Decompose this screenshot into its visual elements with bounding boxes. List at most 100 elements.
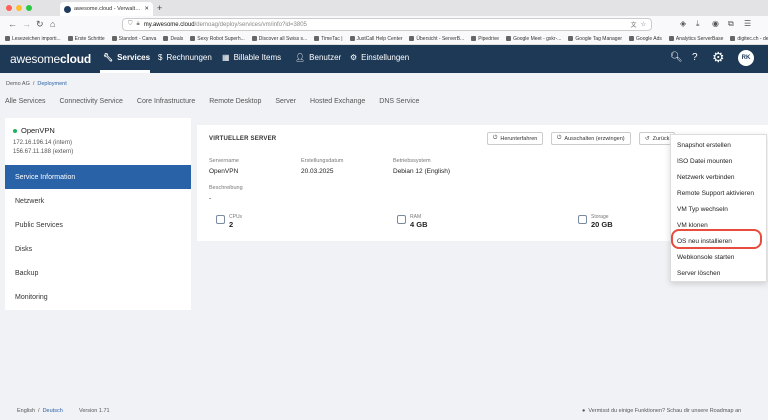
new-tab-button[interactable]: +: [157, 3, 162, 13]
breadcrumb-current[interactable]: Deployment: [37, 81, 66, 87]
pocket-icon[interactable]: ◈: [680, 19, 686, 28]
nav-billable-items[interactable]: ▦ Billable Items: [222, 53, 281, 62]
menu-item-webconsole[interactable]: Webkonsole starten: [677, 254, 734, 261]
reload-icon[interactable]: ↻: [36, 19, 44, 30]
force-off-button[interactable]: ⏻ Ausschalten (erzwingen): [551, 132, 631, 145]
search-icon[interactable]: 🔍︎: [670, 52, 683, 63]
bookmark-label: Deals: [170, 35, 184, 42]
window-maximize-button[interactable]: [26, 5, 32, 11]
power-icon: ⏻: [493, 135, 498, 141]
bookmark-item[interactable]: Pipedrive: [471, 36, 499, 42]
bookmark-icon: [111, 36, 117, 41]
menu-item-vm-clone[interactable]: VM klonen: [677, 222, 708, 229]
bookmark-item[interactable]: digitec.ch - der Onli...: [730, 36, 768, 42]
nav-benutzer[interactable]: 👤︎ Benutzer: [295, 53, 341, 62]
service-category-nav: Alle Services Connectivity Service Core …: [5, 98, 419, 105]
sidebar-item-label: Backup: [15, 269, 39, 277]
bookmark-icon: [314, 36, 320, 41]
bookmark-item[interactable]: JustCall Help Center: [349, 36, 402, 42]
nav-services[interactable]: 🔧︎ Services: [103, 53, 150, 62]
avatar[interactable]: RK: [738, 50, 754, 66]
bookmark-icon: [190, 36, 196, 41]
subnav-remote-desktop[interactable]: Remote Desktop: [209, 98, 261, 105]
menu-item-iso-mount[interactable]: ISO Datei mounten: [677, 158, 732, 165]
menu-item-snapshot[interactable]: Snapshot erstellen: [677, 142, 731, 149]
shutdown-label: Herunterfahren: [500, 135, 538, 142]
shutdown-button[interactable]: ⏻ Herunterfahren: [487, 132, 544, 145]
window-close-button[interactable]: [6, 5, 12, 11]
settings-gear-icon[interactable]: ⚙: [712, 49, 725, 66]
sidebar-item-service-information[interactable]: Service Information: [5, 165, 191, 189]
bookmark-icon: [163, 36, 169, 41]
sidebar-item-netzwerk[interactable]: Netzwerk: [5, 189, 191, 213]
subnav-all-services[interactable]: Alle Services: [5, 98, 45, 105]
bookmark-icon: [668, 36, 674, 41]
help-icon[interactable]: ?: [692, 52, 698, 63]
subnav-server[interactable]: Server: [275, 98, 296, 105]
bookmark-label: Pipedrive: [478, 35, 500, 42]
sidebar-item-public-services[interactable]: Public Services: [5, 213, 191, 237]
nav-rechnungen-label: Rechnungen: [166, 53, 212, 62]
bookmark-item[interactable]: Deals: [163, 36, 183, 42]
bookmark-label: TimeTac |: [321, 35, 343, 42]
subnav-connectivity-service[interactable]: Connectivity Service: [59, 98, 122, 105]
wrench-icon: 🔧︎: [103, 53, 114, 62]
awesome-cloud-logo[interactable]: awesomecloud: [10, 52, 91, 66]
power-off-icon: ⏻: [557, 135, 562, 141]
bookmark-label: Lesezeichen importi...: [12, 35, 61, 42]
bookmark-item[interactable]: Standort - Canva: [111, 36, 156, 42]
menu-item-network-connect[interactable]: Netzwerk verbinden: [677, 174, 734, 181]
bookmark-item[interactable]: Sexy Robot Superh...: [190, 36, 245, 42]
highlight-annotation: [671, 229, 762, 249]
subnav-core-infrastructure[interactable]: Core Infrastructure: [137, 98, 195, 105]
forward-arrow-icon[interactable]: →: [22, 19, 31, 29]
subnav-hosted-exchange[interactable]: Hosted Exchange: [310, 98, 365, 105]
extensions-icon[interactable]: ⧉: [728, 19, 734, 29]
menu-item-remote-support[interactable]: Remote Support aktivieren: [677, 190, 754, 197]
window-minimize-button[interactable]: [16, 5, 22, 11]
bookmark-item[interactable]: TimeTac |: [314, 35, 343, 42]
back-arrow-icon[interactable]: ←: [8, 19, 17, 29]
sidebar-item-backup[interactable]: Backup: [5, 261, 191, 285]
roadmap-link[interactable]: ● Vermisst du einige Funktionen? Schau d…: [582, 408, 741, 414]
bookmark-item[interactable]: Google Meet - gxkr-...: [506, 36, 561, 42]
language-switcher: English / Deutsch: [17, 408, 63, 414]
bookmark-star-icon[interactable]: ☆: [641, 21, 646, 28]
home-icon[interactable]: ⌂: [50, 19, 55, 29]
browser-tab[interactable]: awesome.cloud - Verwalte dein ... ✕: [60, 2, 153, 16]
lang-english[interactable]: English: [17, 408, 35, 414]
ram-value: 4 GB: [410, 220, 428, 229]
bookmark-item[interactable]: Google Ads: [629, 36, 662, 42]
ram-icon: [397, 215, 406, 224]
bookmark-item[interactable]: Analytics ServerBase: [668, 36, 723, 42]
tab-title: awesome.cloud - Verwalte dein ...: [74, 6, 141, 12]
ip-internal: 172.16.196.14 (intern): [13, 140, 73, 146]
logo-text-bold: cloud: [59, 52, 91, 66]
translate-icon[interactable]: 文: [631, 20, 637, 29]
download-icon[interactable]: ⤓: [696, 19, 700, 29]
metric-ram: RAM 4 GB: [397, 214, 428, 229]
menu-item-vm-type[interactable]: VM Typ wechseln: [677, 206, 728, 213]
bookmark-item[interactable]: Übersicht - ServerB...: [409, 36, 464, 42]
url-bar[interactable]: ⛉ 🔒︎ my.awesome.cloud/demoag/deploy/serv…: [122, 18, 652, 31]
sidebar-item-label: Disks: [15, 245, 33, 253]
menu-item-delete-server[interactable]: Server löschen: [677, 270, 720, 277]
menu-icon[interactable]: ☰: [744, 19, 751, 28]
lang-deutsch[interactable]: Deutsch: [43, 408, 63, 414]
bookmark-item[interactable]: Lesezeichen importi...: [5, 36, 61, 42]
nav-services-label: Services: [117, 53, 151, 62]
shield-icon: ⛉: [128, 21, 133, 27]
sidebar-item-monitoring[interactable]: Monitoring: [5, 285, 191, 309]
bookmark-item[interactable]: Erste Schritte: [67, 36, 105, 42]
bookmark-icon: [409, 36, 415, 41]
nav-einstellungen[interactable]: ⚙ Einstellungen: [350, 53, 409, 62]
bookmark-item[interactable]: Discover all Swiss s...: [251, 36, 307, 42]
account-icon[interactable]: ◉: [712, 19, 719, 28]
cpus-value: 2: [229, 220, 234, 229]
nav-rechnungen[interactable]: $ Rechnungen: [158, 53, 212, 62]
sidebar-item-disks[interactable]: Disks: [5, 237, 191, 261]
tab-close-icon[interactable]: ✕: [144, 6, 149, 12]
breadcrumb-org[interactable]: Demo AG: [6, 81, 30, 87]
subnav-dns-service[interactable]: DNS Service: [379, 98, 419, 105]
bookmark-item[interactable]: Google Tag Manager: [568, 36, 622, 42]
